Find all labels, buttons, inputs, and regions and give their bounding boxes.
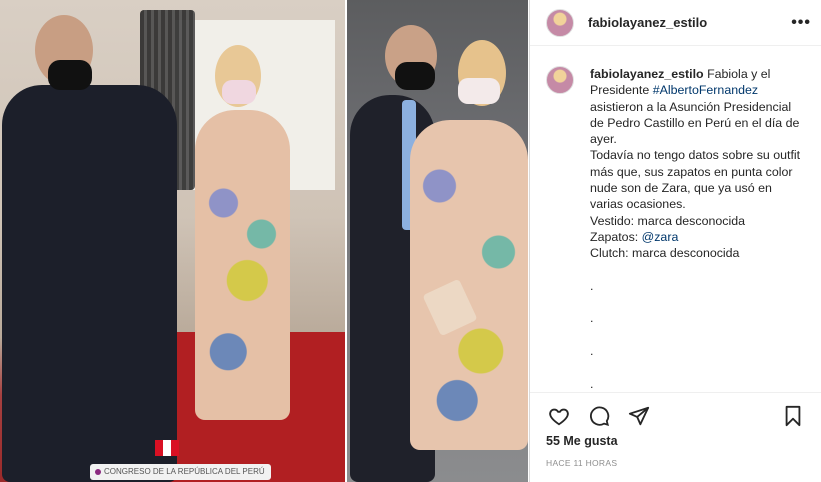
photo-location-tag: CONGRESO DE LA REPÚBLICA DEL PERÚ: [90, 464, 271, 480]
post-header: fabiolayanez_estilo •••: [530, 0, 821, 46]
post-sidebar: fabiolayanez_estilo ••• fabiolayanez_est…: [529, 0, 821, 482]
likes-count[interactable]: 55 Me gusta: [546, 434, 618, 448]
floral-dress: [195, 110, 290, 420]
caption-zapatos-label: Zapatos:: [590, 229, 642, 244]
comment-icon[interactable]: [586, 403, 612, 429]
caption-dot: .: [590, 376, 594, 391]
caption-part-2: asistieron a la Asunción Presidencial de…: [590, 99, 800, 147]
black-mask: [48, 60, 92, 90]
peru-flag-icon: [155, 440, 179, 456]
avatar[interactable]: [546, 8, 574, 37]
black-mask-right: [395, 62, 435, 90]
caption-avatar[interactable]: [546, 66, 574, 94]
more-options-icon[interactable]: •••: [791, 14, 811, 32]
caption-dot: .: [590, 278, 594, 293]
floral-dress-right: [410, 120, 528, 450]
caption-vestido: Vestido: marca desconocida: [590, 213, 745, 228]
caption-line-2: Todavía no tengo datos sobre su outfit m…: [590, 148, 801, 212]
hashtag-link[interactable]: #AlbertoFernandez: [653, 83, 758, 97]
caption-dot: .: [590, 311, 594, 326]
man-in-suit: [2, 85, 177, 482]
caption-username[interactable]: fabiolayanez_estilo: [590, 67, 704, 81]
bookmark-icon[interactable]: [780, 403, 806, 429]
zara-mention-link[interactable]: @zara: [642, 230, 679, 244]
caption-dot: .: [590, 344, 594, 359]
header-username[interactable]: fabiolayanez_estilo: [588, 15, 791, 30]
share-icon[interactable]: [626, 403, 652, 429]
comments-section: fabiolayanez_estilo Fabiola y el Preside…: [530, 46, 821, 391]
caption-text: fabiolayanez_estilo Fabiola y el Preside…: [590, 66, 805, 391]
pink-mask: [222, 80, 256, 104]
caption-row: fabiolayanez_estilo Fabiola y el Preside…: [546, 66, 805, 391]
white-mask-right: [458, 78, 500, 104]
photo-left-panel: CONGRESO DE LA REPÚBLICA DEL PERÚ: [0, 0, 345, 482]
caption-clutch: Clutch: marca desconocida: [590, 246, 740, 261]
heart-icon[interactable]: [546, 403, 572, 429]
action-bar: [530, 392, 821, 429]
post-timestamp[interactable]: HACE 11 HORAS: [546, 458, 617, 468]
post-image[interactable]: CONGRESO DE LA REPÚBLICA DEL PERÚ: [0, 0, 528, 482]
